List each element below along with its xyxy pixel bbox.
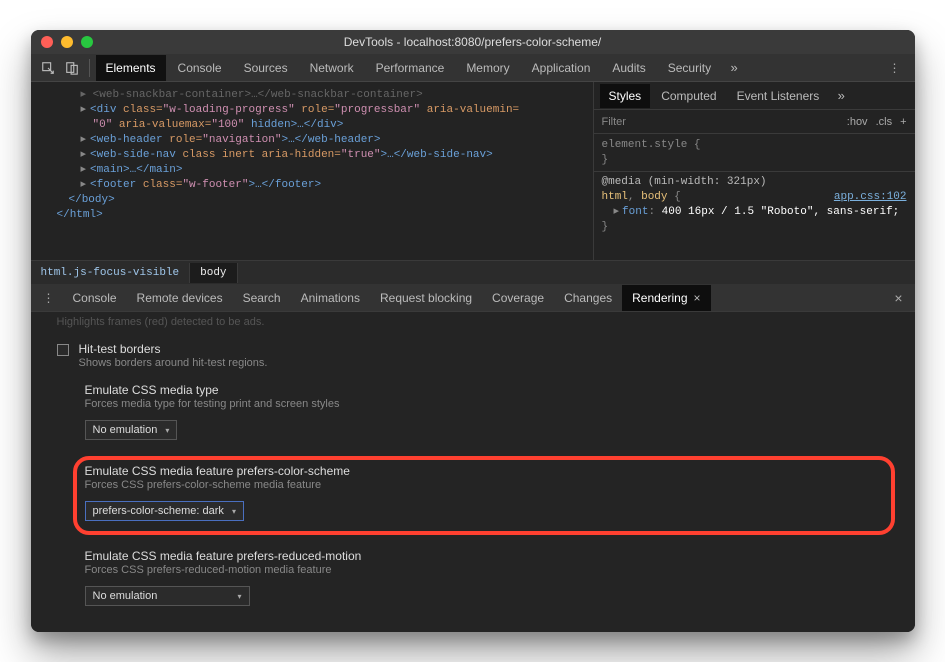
color-scheme-highlight: Emulate CSS media feature prefers-color-… — [73, 456, 895, 535]
traffic-minimize-icon[interactable] — [61, 36, 73, 48]
styles-filter-input[interactable] — [594, 116, 847, 128]
drawer-tab-remote-devices[interactable]: Remote devices — [127, 285, 233, 311]
chevron-down-icon: ▾ — [237, 592, 241, 601]
drawer-tab-request-blocking[interactable]: Request blocking — [370, 285, 482, 311]
dom-line[interactable]: <web-side-nav class inert aria-hidden="t… — [45, 148, 593, 163]
media-type-option: Emulate CSS media type Forces media type… — [85, 383, 895, 440]
hov-toggle[interactable]: :hov — [847, 116, 868, 128]
styles-filter-row: :hov .cls + — [594, 110, 915, 134]
close-tab-icon[interactable]: × — [694, 291, 701, 305]
dom-line[interactable]: <footer class="w-footer">…</footer> — [45, 178, 593, 193]
dom-line[interactable]: ▸ <web-snackbar-container>…</web-snackba… — [45, 88, 593, 103]
drawer-tab-animations[interactable]: Animations — [291, 285, 370, 311]
main-toolbar: Elements Console Sources Network Perform… — [31, 54, 915, 82]
cls-toggle[interactable]: .cls — [876, 116, 893, 128]
new-rule-button[interactable]: + — [900, 116, 906, 128]
window-titlebar: DevTools - localhost:8080/prefers-color-… — [31, 30, 915, 54]
breadcrumb-body[interactable]: body — [190, 263, 237, 283]
inspect-icon[interactable] — [37, 58, 59, 78]
tab-application[interactable]: Application — [522, 55, 601, 81]
color-scheme-select[interactable]: prefers-color-scheme: dark ▾ — [85, 501, 244, 521]
window-title: DevTools - localhost:8080/prefers-color-… — [31, 35, 915, 49]
drawer-tab-changes[interactable]: Changes — [554, 285, 622, 311]
dom-line[interactable]: <div class="w-loading-progress" role="pr… — [45, 103, 593, 118]
media-type-title: Emulate CSS media type — [85, 383, 895, 397]
drawer-close-icon[interactable]: × — [886, 290, 910, 306]
dom-line[interactable]: </body> — [45, 193, 593, 208]
reduced-motion-select[interactable]: No emulation ▾ — [85, 586, 250, 606]
tabs-overflow-icon[interactable]: » — [723, 58, 745, 78]
dom-breadcrumb: html.js-focus-visible body — [31, 260, 915, 284]
tab-security[interactable]: Security — [658, 55, 721, 81]
hittest-sub: Shows borders around hit-test regions. — [79, 357, 268, 369]
tab-event-listeners[interactable]: Event Listeners — [728, 84, 829, 108]
color-scheme-option: Emulate CSS media feature prefers-color-… — [85, 464, 883, 521]
device-toggle-icon[interactable] — [61, 58, 83, 78]
styles-pane: Styles Computed Event Listeners » :hov .… — [593, 82, 915, 260]
styles-tabs: Styles Computed Event Listeners » — [594, 82, 915, 110]
dom-tree[interactable]: ▸ <web-snackbar-container>…</web-snackba… — [31, 82, 593, 260]
drawer: ⋮ Console Remote devices Search Animatio… — [31, 284, 915, 632]
color-scheme-value: prefers-color-scheme: dark — [93, 505, 224, 517]
dom-line[interactable]: "0" aria-valuemax="100" hidden>…</div> — [45, 118, 593, 133]
hittest-option: Hit-test borders Shows borders around hi… — [57, 342, 895, 369]
main-menu-icon[interactable]: ⋮ — [881, 61, 909, 75]
tab-memory[interactable]: Memory — [456, 55, 519, 81]
hittest-title: Hit-test borders — [79, 342, 268, 356]
drawer-tab-search[interactable]: Search — [233, 285, 291, 311]
css-source-link[interactable]: app.css:102 — [834, 190, 907, 205]
devtools-window: DevTools - localhost:8080/prefers-color-… — [31, 30, 915, 632]
chevron-down-icon: ▾ — [165, 426, 169, 435]
media-type-sub: Forces media type for testing print and … — [85, 398, 895, 410]
drawer-tab-console[interactable]: Console — [63, 285, 127, 311]
tab-styles[interactable]: Styles — [600, 84, 651, 108]
tab-elements[interactable]: Elements — [96, 55, 166, 81]
styles-overflow-icon[interactable]: » — [830, 86, 852, 106]
tab-audits[interactable]: Audits — [602, 55, 655, 81]
drawer-menu-icon[interactable]: ⋮ — [35, 291, 63, 305]
color-scheme-sub: Forces CSS prefers-color-scheme media fe… — [85, 479, 883, 491]
reduced-motion-option: Emulate CSS media feature prefers-reduce… — [85, 549, 895, 606]
media-type-select[interactable]: No emulation ▾ — [85, 420, 178, 440]
tab-network[interactable]: Network — [300, 55, 364, 81]
traffic-close-icon[interactable] — [41, 36, 53, 48]
tab-computed[interactable]: Computed — [652, 84, 725, 108]
traffic-zoom-icon[interactable] — [81, 36, 93, 48]
hittest-checkbox[interactable] — [57, 344, 69, 356]
dom-line[interactable]: <web-header role="navigation">…</web-hea… — [45, 133, 593, 148]
media-type-value: No emulation — [93, 424, 158, 436]
tab-performance[interactable]: Performance — [366, 55, 455, 81]
reduced-motion-title: Emulate CSS media feature prefers-reduce… — [85, 549, 895, 563]
drawer-tab-rendering[interactable]: Rendering× — [622, 285, 710, 311]
chevron-down-icon: ▾ — [232, 507, 236, 516]
reduced-motion-sub: Forces CSS prefers-reduced-motion media … — [85, 564, 895, 576]
styles-rules[interactable]: element.style { } @media (min-width: 321… — [594, 134, 915, 239]
truncated-prev-option-sub: Highlights frames (red) detected to be a… — [57, 312, 895, 328]
toolbar-divider — [89, 59, 90, 77]
drawer-tabs: ⋮ Console Remote devices Search Animatio… — [31, 284, 915, 312]
dom-line[interactable]: </html> — [45, 208, 593, 223]
dom-line[interactable]: <main>…</main> — [45, 163, 593, 178]
tab-sources[interactable]: Sources — [234, 55, 298, 81]
color-scheme-title: Emulate CSS media feature prefers-color-… — [85, 464, 883, 478]
reduced-motion-value: No emulation — [93, 590, 158, 602]
rendering-panel: Highlights frames (red) detected to be a… — [31, 312, 915, 632]
tab-console[interactable]: Console — [168, 55, 232, 81]
breadcrumb-html[interactable]: html.js-focus-visible — [31, 263, 191, 283]
drawer-tab-coverage[interactable]: Coverage — [482, 285, 554, 311]
